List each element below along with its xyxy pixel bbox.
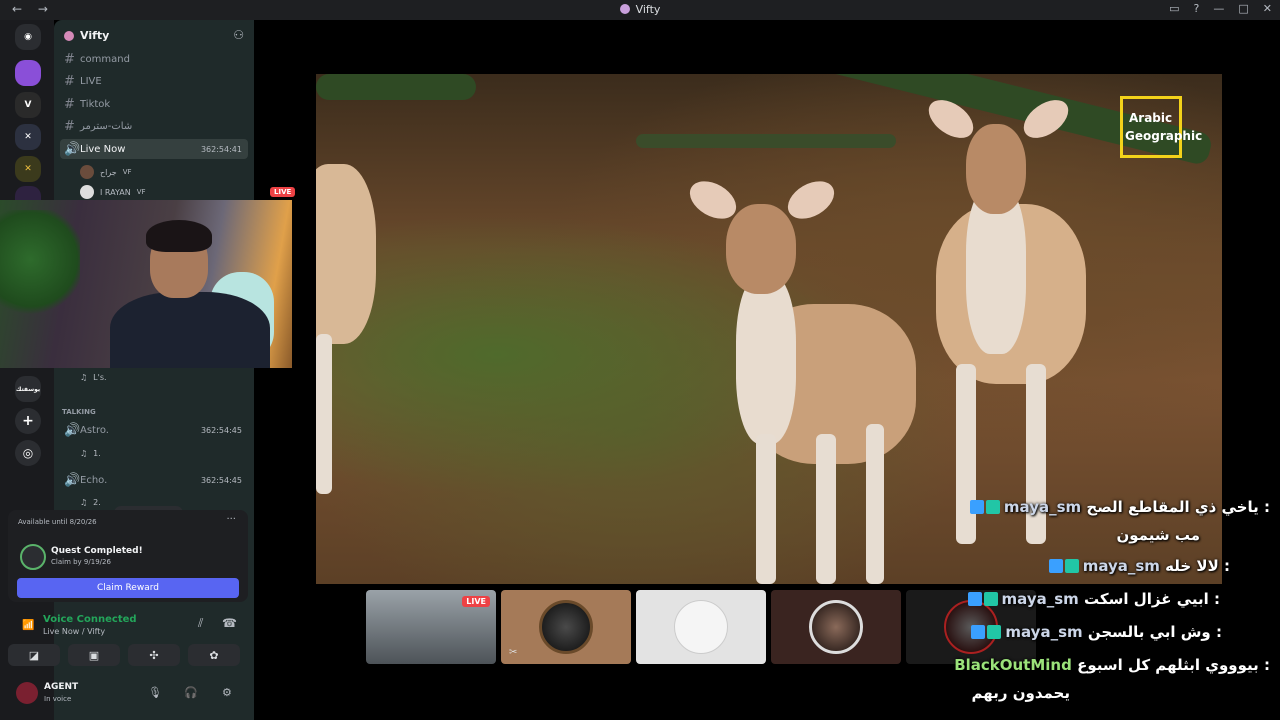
soundboard-button[interactable]: ✿ xyxy=(188,644,240,666)
voice-actions: ◪ ▣ ✣ ✿ xyxy=(8,644,248,668)
badge-icon xyxy=(1064,559,1079,573)
participant-tile[interactable]: ✂ xyxy=(501,590,631,664)
add-server-icon[interactable]: + xyxy=(15,408,41,434)
app-window: ← → Vifty ▭ ? — □ ✕ ◉ V ✕ ✕ يوسفتك + ◎ V… xyxy=(0,0,1280,720)
close-button[interactable]: ✕ xyxy=(1263,2,1272,15)
webcam-overlay xyxy=(0,200,292,368)
channel-live-now[interactable]: 🔊 Live Now 362:54:41 xyxy=(60,139,248,159)
gear-icon[interactable]: ⚙ xyxy=(222,686,232,699)
chat-message: maya_sm ابيي غزال اسكت : xyxy=(967,590,1220,608)
muted-icon: ✂ xyxy=(509,647,518,658)
voice-user[interactable]: جراح VF xyxy=(80,163,132,181)
server-name: Vifty xyxy=(80,29,110,42)
server-header[interactable]: Vifty ⚇ xyxy=(54,26,254,48)
voice-user[interactable]: ♫ L's. xyxy=(80,368,107,386)
claim-reward-button[interactable]: Claim Reward xyxy=(17,578,239,598)
activities-button[interactable]: ✣ xyxy=(128,644,180,666)
channel-tiktok[interactable]: # Tiktok xyxy=(60,94,248,114)
headphones-icon[interactable]: 🎧 xyxy=(184,686,198,699)
discord-home-icon[interactable]: ◉ xyxy=(15,24,41,50)
hash-icon: # xyxy=(64,118,75,134)
music-icon: ♫ xyxy=(80,372,88,382)
badge-icon xyxy=(985,500,1000,514)
maximize-button[interactable]: □ xyxy=(1238,2,1248,15)
avatar xyxy=(809,600,863,654)
badge-icon xyxy=(967,592,982,606)
voice-user[interactable]: ♫ 1. xyxy=(80,444,101,462)
avatar xyxy=(539,600,593,654)
server-icon[interactable]: يوسفتك xyxy=(15,376,41,402)
live-badge: LIVE xyxy=(270,187,296,197)
hash-icon: # xyxy=(64,73,75,89)
help-icon[interactable]: ? xyxy=(1194,2,1200,15)
chat-message: BlackOutMind بيوووي ابثلهم كل اسبوع : xyxy=(954,656,1270,674)
badge-icon xyxy=(987,625,1002,639)
minimize-button[interactable]: — xyxy=(1213,2,1224,15)
title-bar: ← → Vifty ▭ ? — □ ✕ xyxy=(0,0,1280,20)
speaker-icon: 🔊 xyxy=(64,141,81,157)
signal-icon[interactable]: 📶 xyxy=(22,620,34,631)
window-controls: ▭ ? — □ ✕ xyxy=(1169,2,1272,15)
channel-live[interactable]: # LIVE xyxy=(60,71,248,91)
user-panel: AGENT In voice 🎙 🎧 ⚙ xyxy=(8,678,248,712)
stream-thumbnail[interactable]: LIVE xyxy=(366,590,496,664)
voice-user[interactable]: I RAYAN VF xyxy=(80,183,146,201)
quest-icon xyxy=(20,544,46,570)
screen-share-button[interactable]: ▣ xyxy=(68,644,120,666)
app-logo-icon xyxy=(619,4,630,14)
avatar xyxy=(80,165,94,179)
channel-astro[interactable]: 🔊 Astro. 362:54:45 xyxy=(60,420,248,440)
channel-streamer-chat[interactable]: # شات-سترمر xyxy=(60,116,248,136)
chat-message: مب شيمون xyxy=(1116,526,1200,544)
camera-off-button[interactable]: ◪ xyxy=(8,644,60,666)
channel-timer: 362:54:41 xyxy=(200,144,242,154)
chat-message: يحمدون ربهم xyxy=(971,684,1070,702)
participant-tile[interactable] xyxy=(636,590,766,664)
category-talking[interactable]: TALKING xyxy=(62,408,96,416)
window-title: Vifty xyxy=(0,3,1280,16)
noise-suppression-icon[interactable]: ⫽ xyxy=(198,616,203,631)
discover-icon[interactable]: ◎ xyxy=(15,440,41,466)
channel-command[interactable]: # command xyxy=(60,49,248,69)
avatar xyxy=(80,185,94,199)
chat-overlay: maya_sm ياخي ذي المقاطع الصح : مب شيمون … xyxy=(954,494,1270,714)
server-icon[interactable]: ✕ xyxy=(15,156,41,182)
voice-user[interactable]: ♫ 2. xyxy=(80,493,101,511)
badge-icon xyxy=(969,500,984,514)
chat-message: maya_sm لالا خله : xyxy=(1048,557,1230,575)
speaker-icon: 🔊 xyxy=(64,422,81,438)
channel-echo[interactable]: 🔊 Echo. 362:54:45 xyxy=(60,470,248,490)
chat-message: maya_sm ياخي ذي المقاطع الصح : xyxy=(969,498,1270,516)
avatar[interactable] xyxy=(16,682,38,704)
arabic-geographic-logo: Arabic Geographic xyxy=(1120,96,1202,158)
hash-icon: # xyxy=(64,51,75,67)
disconnect-icon[interactable]: ☎ xyxy=(222,616,237,630)
badge-icon xyxy=(1048,559,1063,573)
live-badge: LIVE xyxy=(462,596,490,607)
badge-icon xyxy=(983,592,998,606)
deer-image xyxy=(683,173,926,584)
server-icon-vifty[interactable]: V xyxy=(15,92,41,118)
chat-message: maya_sm وش ابي بالسجن : xyxy=(971,623,1222,641)
deer-image xyxy=(316,154,386,514)
quest-card: Available until 8/20/26 ··· Quest Comple… xyxy=(8,510,248,602)
server-icon[interactable] xyxy=(15,60,41,86)
server-icon[interactable]: ✕ xyxy=(15,124,41,150)
music-icon: ♫ xyxy=(80,497,88,507)
deer-image xyxy=(921,92,1086,554)
badge-icon xyxy=(971,625,986,639)
server-avatar-icon xyxy=(64,31,74,41)
more-options-icon[interactable]: ··· xyxy=(226,514,236,525)
inbox-icon[interactable]: ▭ xyxy=(1169,2,1179,15)
participant-tile[interactable] xyxy=(771,590,901,664)
music-icon: ♫ xyxy=(80,448,88,458)
avatar xyxy=(674,600,728,654)
hash-icon: # xyxy=(64,96,75,112)
speaker-icon: 🔊 xyxy=(64,472,81,488)
microphone-icon[interactable]: 🎙 xyxy=(148,686,162,699)
add-user-icon[interactable]: ⚇ xyxy=(233,28,244,42)
